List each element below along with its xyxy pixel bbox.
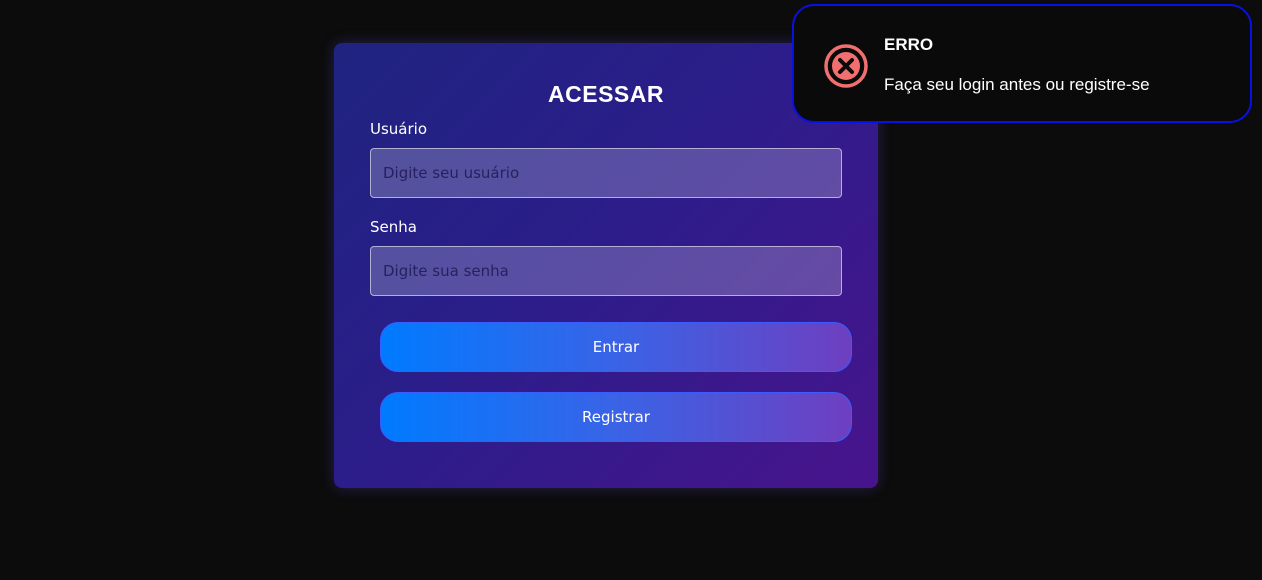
login-button[interactable]: Entrar (380, 322, 852, 372)
error-x-circle-icon (822, 42, 870, 90)
register-button[interactable]: Registrar (380, 392, 852, 442)
username-input[interactable] (370, 148, 842, 198)
toast-message: Faça seu login antes ou registre-se (884, 75, 1150, 94)
username-label: Usuário (370, 120, 428, 138)
toast-title: ERRO (884, 35, 934, 54)
password-label: Senha (370, 218, 417, 236)
password-input[interactable] (370, 246, 842, 296)
error-toast: ERRO Faça seu login antes ou registre-se (792, 4, 1252, 123)
